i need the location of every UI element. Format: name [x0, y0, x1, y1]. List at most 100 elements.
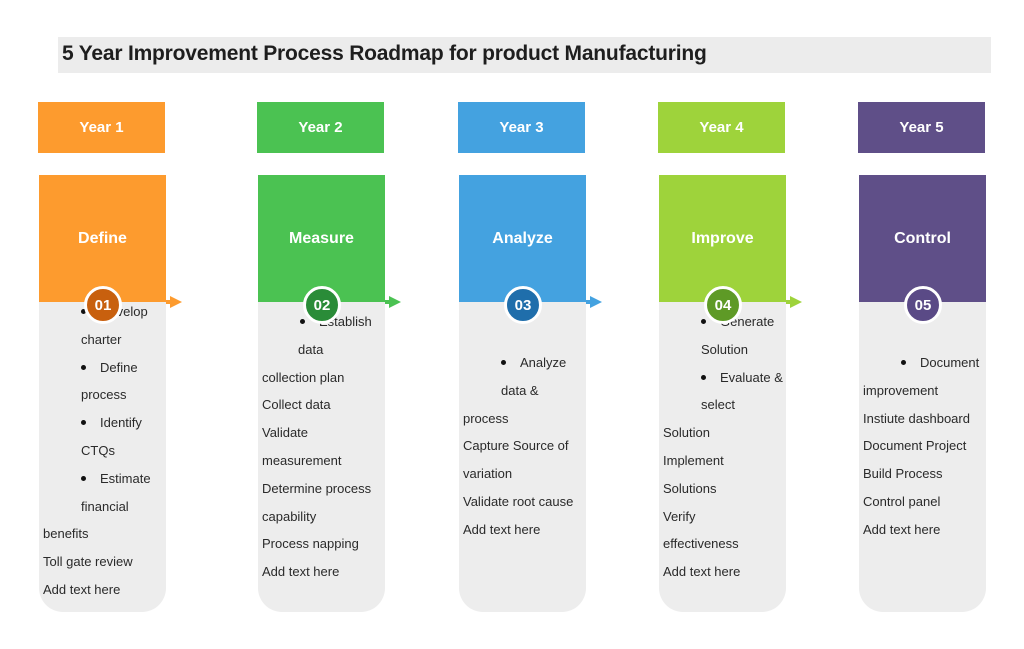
- task-line: charter: [81, 332, 121, 347]
- task-line: financial: [81, 499, 129, 514]
- step-number-badge: 05: [904, 286, 942, 324]
- bullet-icon: [81, 475, 86, 481]
- task-text: variation: [463, 466, 513, 482]
- page-title: 5 Year Improvement Process Roadmap for p…: [62, 42, 707, 65]
- bullet-icon: [701, 374, 706, 380]
- task-text: Solution: [663, 425, 710, 441]
- task-text: Evaluate &: [720, 369, 783, 385]
- bullet-icon: [300, 319, 305, 325]
- phase-title: Control: [859, 175, 986, 302]
- bullet-icon: [701, 319, 706, 325]
- step-number-badge: 04: [704, 286, 742, 324]
- year-label: Year 1: [38, 102, 165, 153]
- task-text: Collect data: [262, 397, 331, 413]
- task-text: Estimate: [100, 470, 151, 486]
- task-line: Estimate: [81, 471, 151, 486]
- task-line: Document Project: [863, 438, 966, 453]
- task-text: Add text here: [262, 564, 340, 580]
- task-line: Solution: [701, 342, 748, 357]
- task-text: improvement: [863, 382, 939, 398]
- task-text: Add text here: [463, 521, 541, 537]
- bullet-icon: [81, 420, 86, 426]
- task-text: Solution: [701, 341, 748, 357]
- task-line: select: [701, 397, 735, 412]
- task-line: variation: [463, 466, 512, 481]
- task-text: process: [81, 387, 127, 403]
- task-line: Control panel: [863, 494, 940, 509]
- task-text: Define: [100, 359, 138, 375]
- task-text: effectiveness: [663, 536, 739, 552]
- task-text: Verify: [663, 508, 696, 524]
- task-text: Build Process: [863, 466, 943, 482]
- task-text: Add text here: [863, 521, 941, 537]
- task-line: CTQs: [81, 443, 115, 458]
- phase-title: Analyze: [459, 175, 586, 302]
- task-line: Define: [81, 360, 138, 375]
- task-text: benefits: [43, 526, 89, 542]
- task-text: collection plan: [262, 369, 345, 385]
- task-line: Verify: [663, 509, 696, 524]
- task-text: financial: [81, 498, 129, 514]
- year-label: Year 3: [458, 102, 585, 153]
- title-bar: 5 Year Improvement Process Roadmap for p…: [58, 37, 991, 73]
- task-line: Evaluate &: [701, 370, 783, 385]
- task-text: capability: [262, 508, 317, 524]
- task-line: Solutions: [663, 481, 716, 496]
- task-text: select: [701, 397, 735, 413]
- task-text: Document Project: [863, 438, 967, 454]
- task-text: Validate root cause: [463, 494, 574, 509]
- phase-details-panel: [859, 302, 986, 612]
- task-line: Toll gate review: [43, 554, 133, 569]
- task-line: Analyze: [501, 355, 566, 370]
- bullet-icon: [501, 360, 506, 366]
- task-text: Capture Source of: [463, 438, 569, 454]
- task-line: Document: [901, 355, 979, 370]
- phase-title: Define: [39, 175, 166, 302]
- task-text: Toll gate review: [43, 554, 133, 570]
- phase-details-panel: [459, 302, 586, 612]
- task-text: Add text here: [663, 564, 741, 580]
- task-line: Identify: [81, 415, 142, 430]
- task-line: benefits: [43, 526, 89, 541]
- task-line: measurement: [262, 453, 341, 468]
- task-line: Add text here: [43, 582, 120, 597]
- task-line: Add text here: [663, 564, 740, 579]
- task-line: data &: [501, 383, 539, 398]
- task-line: Collect data: [262, 397, 331, 412]
- task-line: data: [298, 342, 323, 357]
- task-text: Identify: [100, 415, 142, 431]
- phase-title: Improve: [659, 175, 786, 302]
- task-text: Document: [920, 355, 980, 370]
- task-line: collection plan: [262, 370, 344, 385]
- task-text: measurement: [262, 453, 342, 468]
- task-text: Solutions: [663, 480, 717, 496]
- task-line: Validate: [262, 425, 308, 440]
- task-line: Add text here: [863, 522, 940, 537]
- task-text: Determine process: [262, 480, 372, 496]
- task-line: Add text here: [463, 522, 540, 537]
- task-text: Control panel: [863, 494, 941, 509]
- task-line: Add text here: [262, 564, 339, 579]
- task-line: improvement: [863, 383, 938, 398]
- task-text: Implement: [663, 453, 724, 468]
- task-text: CTQs: [81, 443, 115, 458]
- task-text: data: [298, 341, 324, 357]
- task-text: Instiute dashboard: [863, 410, 970, 426]
- task-text: data &: [501, 382, 539, 398]
- task-line: Process napping: [262, 536, 359, 551]
- task-line: Validate root cause: [463, 494, 573, 509]
- task-line: Capture Source of: [463, 438, 569, 453]
- task-line: process: [81, 387, 127, 402]
- task-line: Solution: [663, 425, 710, 440]
- bullet-icon: [81, 364, 86, 370]
- year-label: Year 5: [858, 102, 985, 153]
- task-text: Validate: [262, 425, 309, 441]
- year-label: Year 2: [257, 102, 384, 153]
- bullet-icon: [901, 360, 906, 366]
- phase-title: Measure: [258, 175, 385, 302]
- step-number-badge: 01: [84, 286, 122, 324]
- task-line: process: [463, 411, 509, 426]
- task-line: Instiute dashboard: [863, 411, 970, 426]
- task-text: process: [463, 410, 509, 426]
- task-line: capability: [262, 509, 316, 524]
